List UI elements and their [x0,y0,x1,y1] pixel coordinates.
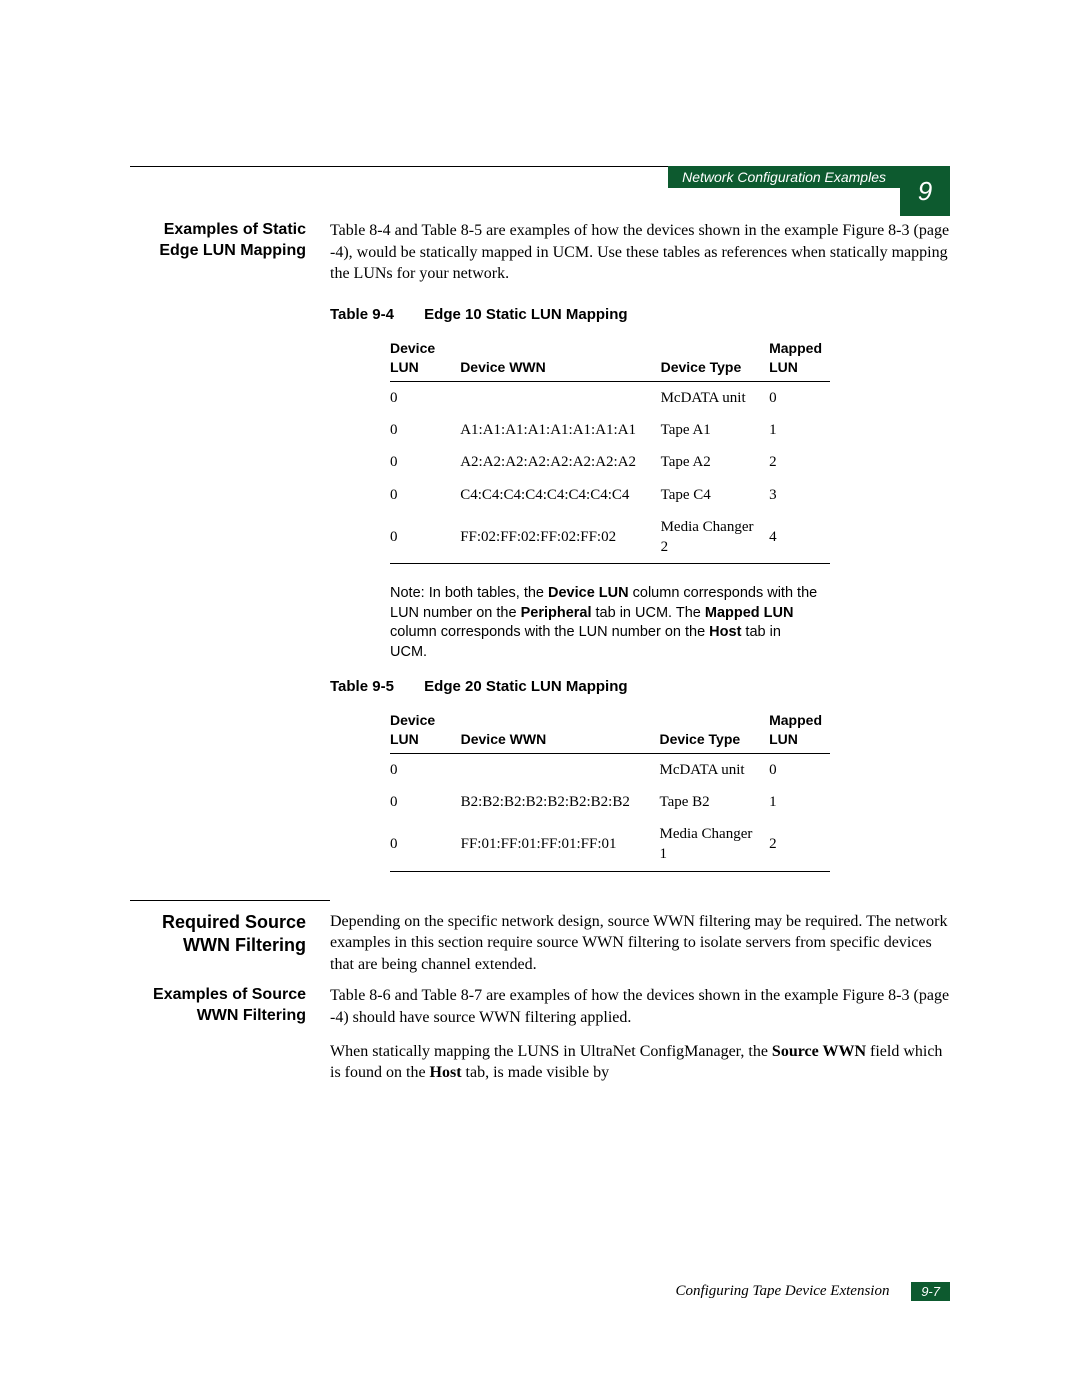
table-header-row: DeviceLUN Device WWN Device Type MappedL… [390,707,830,753]
page-footer: Configuring Tape Device Extension 9-7 [130,1282,950,1301]
table-row: 0 B2:B2:B2:B2:B2:B2:B2:B2 Tape B2 1 [390,786,830,818]
subsection-title-examples-source: Examples of Source WWN Filtering [130,985,330,1083]
subsection-title-static-mapping: Examples of Static Edge LUN Mapping [130,220,330,285]
table-row: 0 FF:01:FF:01:FF:01:FF:01 Media Changer … [390,818,830,871]
table-row: 0 A2:A2:A2:A2:A2:A2:A2:A2 Tape A2 2 [390,446,830,478]
section-divider [130,900,330,901]
footer-title: Configuring Tape Device Extension [675,1283,889,1299]
col-device-wwn: Device WWN [460,335,660,381]
table-row: 0 McDATA unit 0 [390,381,830,414]
table-row: 0 McDATA unit 0 [390,753,830,786]
col-mapped-lun: MappedLUN [769,335,830,381]
header-section-bar: Network Configuration Examples [668,166,900,188]
paragraph-examples-source-1: Table 8-6 and Table 8-7 are examples of … [330,985,950,1028]
paragraph-required-source: Depending on the specific network design… [330,911,950,976]
table-9-5: DeviceLUN Device WWN Device Type MappedL… [390,707,830,872]
chapter-number-box: 9 [900,166,950,216]
table-9-5-title: Edge 20 Static LUN Mapping [424,678,627,695]
table-9-4: DeviceLUN Device WWN Device Type MappedL… [390,335,830,564]
table-9-5-caption: Table 9-5 Edge 20 Static LUN Mapping [330,677,950,697]
col-device-lun: DeviceLUN [390,707,461,753]
table-9-5-number: Table 9-5 [330,677,420,697]
col-device-wwn: Device WWN [461,707,660,753]
note-prefix: Note: [390,585,425,601]
col-mapped-lun: MappedLUN [769,707,830,753]
col-device-type: Device Type [659,707,769,753]
table-header-row: DeviceLUN Device WWN Device Type MappedL… [390,335,830,381]
page-number-box: 9-7 [911,1282,950,1301]
table-row: 0 C4:C4:C4:C4:C4:C4:C4:C4 Tape C4 3 [390,479,830,511]
page: Network Configuration Examples 9 Example… [0,0,1080,1397]
table-9-4-caption: Table 9-4 Edge 10 Static LUN Mapping [330,305,950,325]
table-row: 0 A1:A1:A1:A1:A1:A1:A1:A1 Tape A1 1 [390,414,830,446]
col-device-lun: DeviceLUN [390,335,460,381]
col-device-type: Device Type [661,335,770,381]
paragraph-static-mapping: Table 8-4 and Table 8-5 are examples of … [330,220,950,285]
table-9-4-title: Edge 10 Static LUN Mapping [424,306,627,323]
section-title-required-source: Required Source WWN Filtering [130,911,330,976]
table-row: 0 FF:02:FF:02:FF:02:FF:02 Media Changer … [390,511,830,564]
paragraph-examples-source-2: When statically mapping the LUNS in Ultr… [330,1041,950,1084]
table-9-4-number: Table 9-4 [330,305,420,325]
note-block: Note: In both tables, the Device LUN col… [390,584,820,662]
content-area: Examples of Static Edge LUN Mapping Tabl… [130,220,950,1084]
